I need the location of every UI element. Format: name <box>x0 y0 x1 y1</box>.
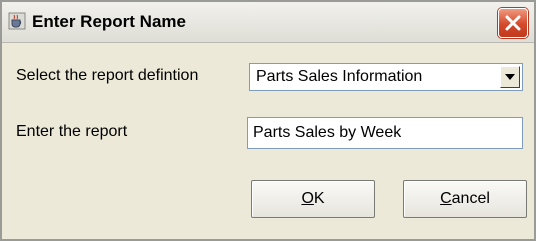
report-name-input[interactable]: Parts Sales by Week <box>247 117 523 149</box>
cancel-button[interactable]: Cancel <box>403 180 527 218</box>
report-name-value: Parts Sales by Week <box>253 124 402 141</box>
report-definition-select[interactable]: Parts Sales Information <box>249 63 523 91</box>
cancel-mnemonic: C <box>440 190 452 207</box>
ok-button[interactable]: OK <box>251 180 375 218</box>
report-name-label: Enter the report <box>16 123 128 140</box>
cancel-label-rest: ancel <box>451 190 490 207</box>
close-icon <box>505 15 521 31</box>
coffee-cup-icon <box>8 12 26 30</box>
dropdown-arrow-button[interactable] <box>500 66 520 88</box>
dialog-title: Enter Report Name <box>32 12 186 31</box>
close-button[interactable] <box>498 8 528 38</box>
title-bar[interactable]: Enter Report Name <box>2 2 534 43</box>
chevron-down-icon <box>505 74 515 80</box>
ok-label-rest: K <box>313 190 325 207</box>
ok-mnemonic: O <box>301 190 314 207</box>
report-definition-value: Parts Sales Information <box>256 68 423 85</box>
definition-label: Select the report defintion <box>16 67 199 84</box>
dialog-window: Enter Report Name Select the report defi… <box>0 0 536 241</box>
